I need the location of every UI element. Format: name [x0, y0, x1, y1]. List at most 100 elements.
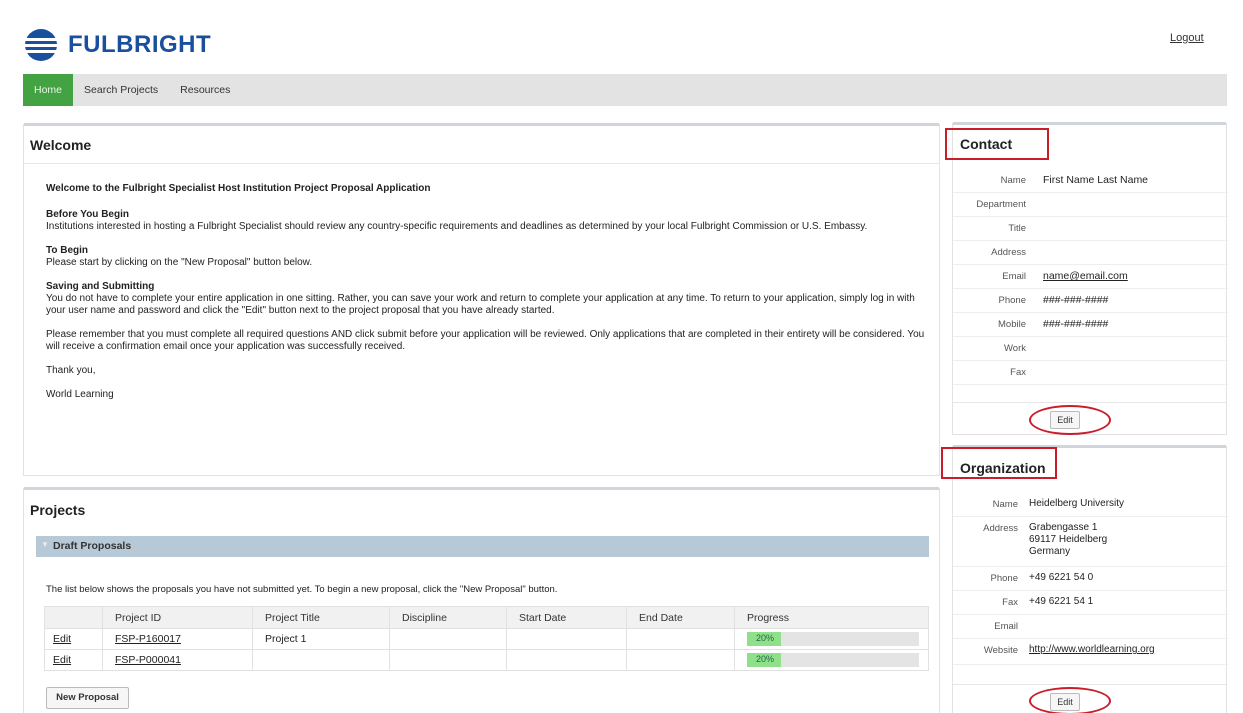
edit-proposal-link[interactable]: Edit [53, 633, 71, 645]
section-heading: To Begin [46, 245, 89, 256]
contact-row-phone: Phone ###-###-#### [953, 289, 1228, 313]
table-header-row: Project ID Project Title Discipline Star… [44, 606, 929, 629]
column-header[interactable]: End Date [626, 606, 735, 629]
column-header[interactable]: Project ID [102, 606, 253, 629]
panel-top-border [24, 487, 939, 490]
welcome-title: Welcome [30, 137, 92, 153]
projects-note: The list below shows the proposals you h… [46, 584, 558, 595]
field-label: Fax [1002, 597, 1018, 608]
project-id-link[interactable]: FSP-P160017 [115, 633, 181, 645]
discipline-cell [389, 628, 507, 650]
contact-row-department: Department [953, 193, 1228, 217]
org-row-address: Address Grabengasse 1 69117 Heidelberg G… [953, 517, 1228, 567]
field-label: Address [991, 247, 1026, 258]
org-row-fax: Fax +49 6221 54 1 [953, 591, 1228, 615]
start-date-cell [506, 649, 627, 671]
welcome-panel: Welcome Welcome to the Fulbright Special… [23, 123, 940, 476]
projects-panel: Projects ▼ Draft Proposals The list belo… [23, 487, 940, 713]
field-label: Website [983, 645, 1018, 656]
table-row: Edit FSP-P160017 Project 1 20% [44, 628, 929, 650]
contact-row-work: Work [953, 337, 1228, 361]
column-header[interactable]: Progress [734, 606, 929, 629]
edit-proposal-link[interactable]: Edit [53, 654, 71, 666]
section-text: You do not have to complete your entire … [46, 293, 915, 316]
field-value: ###-###-#### [1043, 294, 1109, 306]
section-heading: Saving and Submitting [46, 281, 155, 292]
column-header[interactable]: Project Title [252, 606, 390, 629]
field-value: ###-###-#### [1043, 318, 1109, 330]
address-line: Germany [1029, 546, 1071, 557]
signature-text: World Learning [46, 389, 114, 400]
progress-label: 20% [756, 654, 775, 664]
field-label: Department [976, 199, 1026, 210]
project-title-cell: Project 1 [252, 628, 390, 650]
panel-top-border [24, 123, 939, 126]
new-proposal-button[interactable]: New Proposal [46, 687, 129, 709]
welcome-body: Welcome to the Fulbright Specialist Host… [46, 183, 926, 401]
field-label: Name [992, 499, 1018, 510]
fulbright-globe-icon [24, 29, 58, 61]
contact-row-email: Email name@email.com [953, 265, 1228, 289]
section-text: Please remember that you must complete a… [46, 329, 925, 352]
field-value: First Name Last Name [1043, 174, 1149, 186]
section-text: Institutions interested in hosting a Ful… [46, 221, 868, 232]
address-value: Grabengasse 1 69117 Heidelberg Germany [1029, 522, 1107, 558]
nav-resources[interactable]: Resources [169, 74, 241, 106]
field-label: Title [1008, 223, 1026, 234]
divider [953, 402, 1226, 403]
project-title-cell [252, 649, 390, 671]
field-label: Phone [998, 295, 1026, 306]
contact-fields: Name First Name Last Name Department Tit… [953, 169, 1228, 385]
nav-search-projects[interactable]: Search Projects [73, 74, 169, 106]
contact-panel: Contact Name First Name Last Name Depart… [945, 122, 1228, 435]
address-line: Grabengasse 1 [1029, 522, 1098, 533]
column-header[interactable]: Discipline [389, 606, 507, 629]
table-row: Edit FSP-P000041 20% [44, 649, 929, 671]
column-header[interactable]: Start Date [506, 606, 627, 629]
field-label: Email [994, 621, 1018, 632]
contact-row-mobile: Mobile ###-###-#### [953, 313, 1228, 337]
field-label: Email [1002, 271, 1026, 282]
nav-home[interactable]: Home [23, 74, 74, 106]
field-value: Heidelberg University [1029, 498, 1125, 509]
organization-panel: Organization Name Heidelberg University … [941, 445, 1228, 713]
projects-title: Projects [30, 502, 86, 518]
section-heading: Before You Begin [46, 209, 129, 220]
contact-row-address: Address [953, 241, 1228, 265]
start-date-cell [506, 628, 627, 650]
contact-row-title: Title [953, 217, 1228, 241]
discipline-cell [389, 649, 507, 671]
website-link[interactable]: http://www.worldlearning.org [1029, 644, 1155, 656]
draft-proposals-table: Project ID Project Title Discipline Star… [44, 606, 929, 671]
contact-row-name: Name First Name Last Name [953, 169, 1228, 193]
section-text: Please start by clicking on the "New Pro… [46, 257, 313, 268]
fulbright-logo[interactable]: FULBRIGHT [24, 28, 211, 62]
org-row-email: Email [953, 615, 1228, 639]
field-label: Name [1000, 175, 1026, 186]
progress-bar: 20% [747, 653, 919, 667]
organization-fields: Name Heidelberg University Address Grabe… [953, 493, 1228, 665]
email-link[interactable]: name@email.com [1043, 270, 1128, 282]
address-line: 69117 Heidelberg [1029, 534, 1108, 545]
progress-cell: 20% [734, 628, 929, 650]
field-label: Fax [1010, 367, 1026, 378]
divider [953, 684, 1226, 685]
welcome-intro: Welcome to the Fulbright Specialist Host… [46, 183, 431, 194]
contact-row-fax: Fax [953, 361, 1228, 385]
column-header [44, 606, 103, 629]
annotation-box [945, 128, 1049, 160]
draft-proposals-header[interactable]: ▼ Draft Proposals [36, 536, 929, 557]
header: FULBRIGHT Logout [0, 0, 1243, 72]
main-nav: Home Search Projects Resources [23, 74, 1227, 106]
progress-label: 20% [756, 633, 775, 643]
collapse-triangle-icon[interactable]: ▼ [41, 540, 49, 549]
annotation-box [941, 447, 1057, 479]
logout-link[interactable]: Logout [1170, 32, 1204, 44]
panel-top-border [953, 122, 1226, 125]
thanks-text: Thank you, [46, 365, 96, 376]
project-id-link[interactable]: FSP-P000041 [115, 654, 181, 666]
org-row-name: Name Heidelberg University [953, 493, 1228, 517]
divider [24, 163, 939, 164]
field-label: Phone [990, 573, 1018, 584]
end-date-cell [626, 649, 735, 671]
